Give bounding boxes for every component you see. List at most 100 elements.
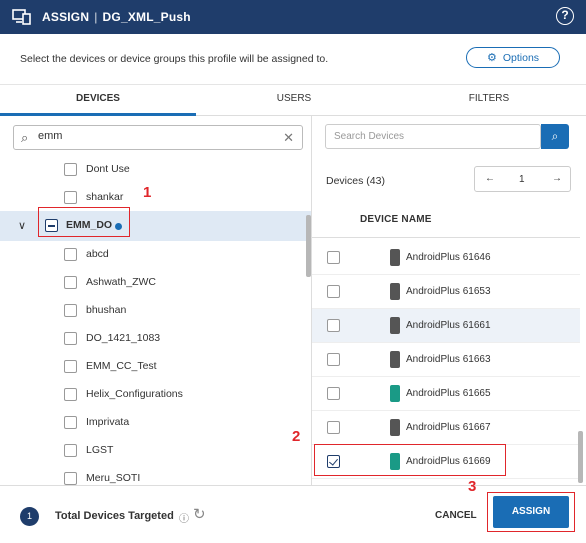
total-targeted-label: Total Devices Targeted: [55, 510, 174, 522]
tree-item[interactable]: Helix_Configurations: [0, 381, 311, 409]
tree-item[interactable]: bhushan: [0, 297, 311, 325]
phone-icon: [390, 351, 400, 368]
tab-devices[interactable]: DEVICES: [0, 85, 196, 116]
tree-item-checkbox[interactable]: [64, 276, 77, 289]
device-row[interactable]: AndroidPlus 61665: [312, 377, 580, 411]
dialog-title: ASSIGN | DG_XML_Push: [42, 10, 191, 24]
device-row[interactable]: AndroidPlus 61663: [312, 343, 580, 377]
devices-panel: Search Devices ⌕ Devices (43) ← 1 → DEVI…: [312, 116, 586, 485]
highlight-box-assign: [487, 492, 575, 532]
group-tree-panel: ⌕ ✕ Dont Use shankar ∨ EMM_DO abcd Ashwa…: [0, 116, 312, 485]
tree-item-label: Dont Use: [86, 163, 130, 175]
highlight-box-device: [314, 444, 506, 476]
tree-item-checkbox[interactable]: [64, 191, 77, 204]
tab-users[interactable]: USERS: [196, 85, 392, 116]
device-name: AndroidPlus 61667: [406, 422, 491, 433]
dialog-footer: 1 Total Devices Targeted ⓘ ↻ CANCEL ASSI…: [0, 478, 586, 543]
device-name: AndroidPlus 61665: [406, 388, 491, 399]
device-table-header: DEVICE NAME: [312, 206, 580, 238]
tree-item-checkbox[interactable]: [64, 304, 77, 317]
group-search-box: ⌕ ✕: [13, 125, 303, 150]
help-icon[interactable]: ?: [556, 7, 574, 25]
group-search-input[interactable]: [38, 130, 258, 142]
tree-item-label: LGST: [86, 444, 114, 456]
tree-item[interactable]: abcd: [0, 241, 311, 269]
dialog-app-label: ASSIGN: [42, 10, 90, 24]
device-name: AndroidPlus 61646: [406, 252, 491, 263]
tree-item-checkbox[interactable]: [64, 248, 77, 261]
device-checkbox[interactable]: [327, 285, 340, 298]
search-icon: ⌕: [21, 130, 29, 145]
annotation-marker-2: 2: [292, 428, 301, 445]
tree-item-label: DO_1421_1083: [86, 332, 161, 344]
device-name: AndroidPlus 61661: [406, 320, 491, 331]
tree-item-label: Imprivata: [86, 416, 130, 428]
instruction-text: Select the devices or device groups this…: [20, 53, 329, 65]
options-label: Options: [502, 51, 540, 64]
device-row[interactable]: AndroidPlus 61667: [312, 411, 580, 445]
tab-bar: DEVICES USERS FILTERS: [0, 84, 586, 116]
tree-scrollbar[interactable]: [306, 215, 311, 277]
chevron-down-icon[interactable]: ∨: [18, 219, 26, 232]
assign-screen-icon: [12, 9, 31, 25]
phone-icon: [390, 419, 400, 436]
annotation-marker-3: 3: [468, 478, 477, 495]
device-row[interactable]: AndroidPlus 61646: [312, 241, 580, 275]
tree-item[interactable]: EMM_CC_Test: [0, 353, 311, 381]
next-page-icon[interactable]: →: [552, 173, 562, 184]
device-name: AndroidPlus 61663: [406, 354, 491, 365]
tree-item-checkbox[interactable]: [64, 163, 77, 176]
dialog-header: ASSIGN | DG_XML_Push ?: [0, 0, 586, 34]
tree-item-checkbox[interactable]: [64, 444, 77, 457]
annotation-marker-1: 1: [143, 184, 152, 201]
tree-item-checkbox[interactable]: [64, 388, 77, 401]
device-row[interactable]: AndroidPlus 61661: [312, 309, 580, 343]
tree-item[interactable]: DO_1421_1083: [0, 325, 311, 353]
tree-item-checkbox[interactable]: [64, 332, 77, 345]
info-icon[interactable]: ⓘ: [179, 510, 189, 525]
targeted-count-badge: 1: [20, 507, 39, 526]
tree-item-checkbox[interactable]: [64, 472, 77, 485]
tree-item[interactable]: Dont Use: [0, 156, 311, 184]
options-button[interactable]: ⚙ Options: [466, 47, 560, 68]
tree-item[interactable]: Imprivata: [0, 409, 311, 437]
device-checkbox[interactable]: [327, 353, 340, 366]
device-checkbox[interactable]: [327, 319, 340, 332]
device-checkbox[interactable]: [327, 421, 340, 434]
device-row[interactable]: AndroidPlus 61653: [312, 275, 580, 309]
profile-name: DG_XML_Push: [102, 10, 191, 24]
pagination: ← 1 →: [474, 166, 571, 192]
tree-item-label: Meru_SOTI: [86, 472, 141, 484]
phone-icon: [390, 385, 400, 402]
devices-count: Devices (43): [326, 175, 385, 187]
tree-item-label: Helix_Configurations: [86, 388, 183, 400]
cancel-button[interactable]: CANCEL: [435, 510, 477, 521]
tree-item[interactable]: Ashwath_ZWC: [0, 269, 311, 297]
prev-page-icon[interactable]: ←: [485, 173, 495, 184]
phone-icon: [390, 283, 400, 300]
tree-item-checkbox[interactable]: [64, 360, 77, 373]
device-search-button[interactable]: ⌕: [541, 124, 569, 149]
page-number[interactable]: 1: [519, 174, 525, 185]
tree-item[interactable]: LGST: [0, 437, 311, 465]
device-search-input[interactable]: Search Devices: [325, 124, 541, 149]
search-icon: ⌕: [551, 129, 559, 143]
highlight-box-group: [38, 207, 130, 237]
tree-item-checkbox[interactable]: [64, 416, 77, 429]
device-name: AndroidPlus 61653: [406, 286, 491, 297]
tree-item-label: bhushan: [86, 304, 127, 316]
tab-filters[interactable]: FILTERS: [392, 85, 586, 116]
clear-search-icon[interactable]: ✕: [283, 130, 294, 146]
column-header-device-name[interactable]: DEVICE NAME: [360, 214, 432, 225]
tree-item-label: shankar: [86, 191, 124, 203]
device-checkbox[interactable]: [327, 251, 340, 264]
refresh-icon[interactable]: ↻: [193, 505, 206, 523]
device-list-scrollbar[interactable]: [578, 431, 583, 483]
tree-item-label: abcd: [86, 248, 109, 260]
tree-item[interactable]: Meru_SOTI: [0, 465, 311, 485]
device-checkbox[interactable]: [327, 387, 340, 400]
tree-item-label: EMM_CC_Test: [86, 360, 157, 372]
phone-icon: [390, 249, 400, 266]
tree-item-label: Ashwath_ZWC: [86, 276, 157, 288]
phone-icon: [390, 317, 400, 334]
